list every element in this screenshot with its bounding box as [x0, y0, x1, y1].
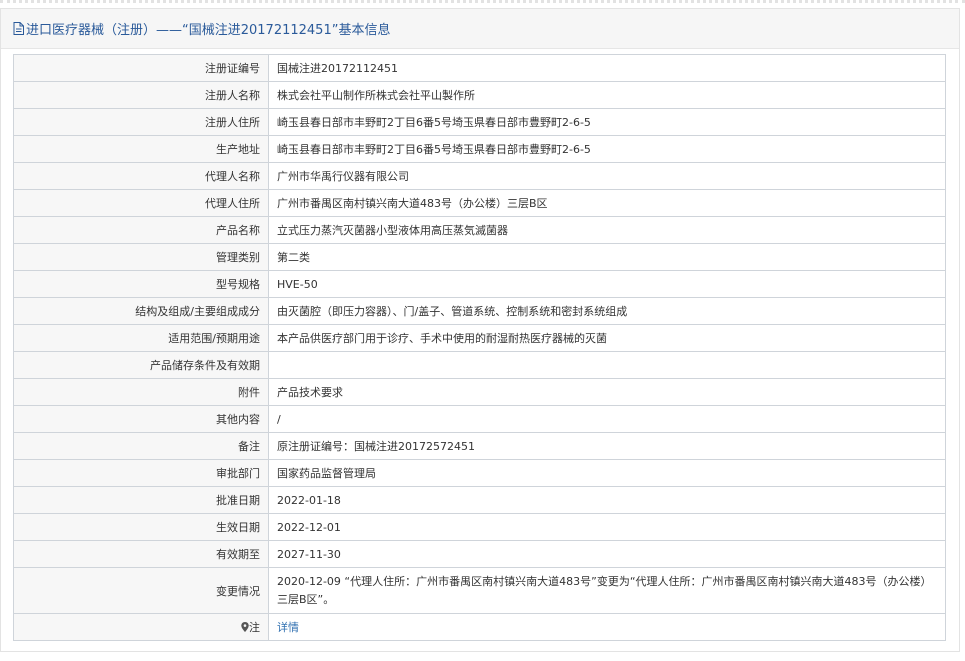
note-row: 注 详情: [13, 613, 946, 641]
table-row: 产品储存条件及有效期: [13, 351, 946, 379]
row-value: 广州市番禺区南村镇兴南大道483号（办公楼）三层B区: [268, 189, 946, 217]
row-label: 注册人名称: [13, 81, 269, 109]
row-value: 广州市华禹行仪器有限公司: [268, 162, 946, 190]
note-label: 注: [249, 621, 260, 634]
table-row: 注册人名称 株式会社平山制作所株式会社平山製作所: [13, 81, 946, 109]
table-row: 生效日期 2022-12-01: [13, 513, 946, 541]
row-value: 株式会社平山制作所株式会社平山製作所: [268, 81, 946, 109]
row-label: 批准日期: [13, 486, 269, 514]
table-row: 备注 原注册证编号：国械注进20172572451: [13, 432, 946, 460]
row-value: 2027-11-30: [268, 540, 946, 568]
row-label: 代理人名称: [13, 162, 269, 190]
row-value: 国械注进20172112451: [268, 54, 946, 82]
table-row: 生产地址 崎玉县春日部市丰野町2丁目6番5号埼玉県春日部市豊野町2-6-5: [13, 135, 946, 163]
table-row: 变更情况 2020-12-09 “代理人住所：广州市番禺区南村镇兴南大道483号…: [13, 567, 946, 614]
row-value: 2020-12-09 “代理人住所：广州市番禺区南村镇兴南大道483号”变更为“…: [268, 567, 946, 614]
row-value: 崎玉县春日部市丰野町2丁目6番5号埼玉県春日部市豊野町2-6-5: [268, 135, 946, 163]
table-row: 批准日期 2022-01-18: [13, 486, 946, 514]
row-label: 附件: [13, 378, 269, 406]
row-value: /: [268, 405, 946, 433]
row-value: 国家药品监督管理局: [268, 459, 946, 487]
row-label: 产品名称: [13, 216, 269, 244]
table-row: 型号规格 HVE-50: [13, 270, 946, 298]
row-value: 崎玉县春日部市丰野町2丁目6番5号埼玉県春日部市豊野町2-6-5: [268, 108, 946, 136]
row-label: 注册证编号: [13, 54, 269, 82]
row-label: 生效日期: [13, 513, 269, 541]
document-icon: [13, 22, 24, 35]
row-label: 产品储存条件及有效期: [13, 351, 269, 379]
page-title: 进口医疗器械（注册）——“国械注进20172112451”基本信息: [26, 23, 391, 38]
row-value: 由灭菌腔（即压力容器）、门/盖子、管道系统、控制系统和密封系统组成: [268, 297, 946, 325]
row-value: 产品技术要求: [268, 378, 946, 406]
top-dotted-rule: [0, 0, 965, 8]
table-row: 其他内容 /: [13, 405, 946, 433]
row-value: 2022-01-18: [268, 486, 946, 514]
table-row: 结构及组成/主要组成成分 由灭菌腔（即压力容器）、门/盖子、管道系统、控制系统和…: [13, 297, 946, 325]
note-label-cell: 注: [13, 613, 269, 641]
table-row: 代理人名称 广州市华禹行仪器有限公司: [13, 162, 946, 190]
row-label: 生产地址: [13, 135, 269, 163]
row-value: [268, 351, 946, 379]
table-row: 有效期至 2027-11-30: [13, 540, 946, 568]
detail-panel: 进口医疗器械（注册）——“国械注进20172112451”基本信息 注册证编号 …: [0, 8, 960, 652]
row-label: 管理类别: [13, 243, 269, 271]
row-label: 有效期至: [13, 540, 269, 568]
info-table: 注册证编号 国械注进20172112451 注册人名称 株式会社平山制作所株式会…: [13, 54, 946, 641]
row-label: 其他内容: [13, 405, 269, 433]
table-row: 产品名称 立式压力蒸汽灭菌器小型液体用高压蒸気滅菌器: [13, 216, 946, 244]
row-value: 原注册证编号：国械注进20172572451: [268, 432, 946, 460]
row-label: 备注: [13, 432, 269, 460]
table-row: 适用范围/预期用途 本产品供医疗部门用于诊疗、手术中使用的耐湿耐热医疗器械的灭菌: [13, 324, 946, 352]
row-label: 代理人住所: [13, 189, 269, 217]
row-value: 第二类: [268, 243, 946, 271]
row-label: 型号规格: [13, 270, 269, 298]
row-label: 审批部门: [13, 459, 269, 487]
row-label: 结构及组成/主要组成成分: [13, 297, 269, 325]
row-label: 适用范围/预期用途: [13, 324, 269, 352]
note-value: 详情: [268, 613, 946, 641]
table-row: 附件 产品技术要求: [13, 378, 946, 406]
row-value: 立式压力蒸汽灭菌器小型液体用高压蒸気滅菌器: [268, 216, 946, 244]
details-link[interactable]: 详情: [277, 621, 299, 634]
row-value: HVE-50: [268, 270, 946, 298]
row-label: 变更情况: [13, 567, 269, 614]
panel-header: 进口医疗器械（注册）——“国械注进20172112451”基本信息: [1, 9, 959, 49]
table-row: 注册证编号 国械注进20172112451: [13, 54, 946, 82]
row-value: 本产品供医疗部门用于诊疗、手术中使用的耐湿耐热医疗器械的灭菌: [268, 324, 946, 352]
row-label: 注册人住所: [13, 108, 269, 136]
table-row: 审批部门 国家药品监督管理局: [13, 459, 946, 487]
table-row: 管理类别 第二类: [13, 243, 946, 271]
row-value: 2022-12-01: [268, 513, 946, 541]
location-pin-icon: [241, 622, 249, 632]
table-row: 注册人住所 崎玉县春日部市丰野町2丁目6番5号埼玉県春日部市豊野町2-6-5: [13, 108, 946, 136]
table-row: 代理人住所 广州市番禺区南村镇兴南大道483号（办公楼）三层B区: [13, 189, 946, 217]
